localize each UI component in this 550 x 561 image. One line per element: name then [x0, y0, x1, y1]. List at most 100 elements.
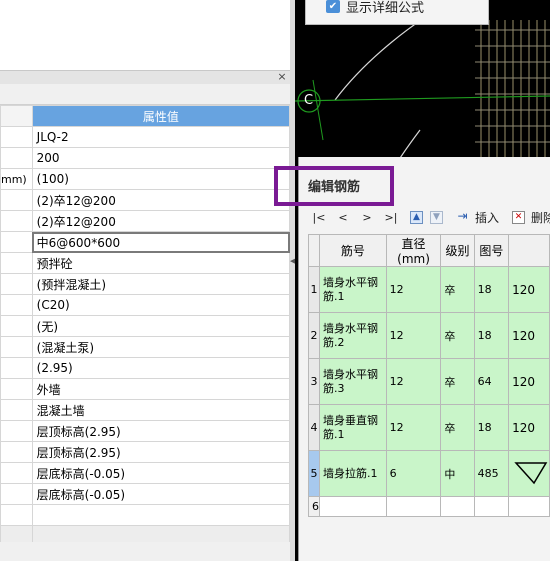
property-value-cell[interactable]: (2)卒12@200	[31, 210, 291, 232]
property-value-cell[interactable]: 层底标高(-0.05)	[31, 483, 291, 505]
rebar-name[interactable]: 墙身拉筋.1	[319, 450, 387, 497]
rebar-name[interactable]: 墙身垂直钢筋.1	[319, 404, 387, 451]
rebar-row[interactable]: 1 墙身水平钢筋.1 12 卒 18 120	[308, 266, 550, 313]
property-value-cell[interactable]: JLQ-2	[31, 126, 291, 148]
rebar-diameter[interactable]: 12	[385, 358, 442, 405]
property-value-cell[interactable]: 外墙	[31, 378, 291, 400]
property-row[interactable]: 预拌砼	[0, 252, 291, 274]
first-record-button[interactable]: |<	[312, 209, 326, 227]
left-panel-top-area	[0, 0, 290, 70]
property-row[interactable]: 层底标高(-0.05)	[0, 462, 291, 484]
property-row[interactable]: (无)	[0, 315, 291, 337]
property-value-cell-selected[interactable]: 中6@600*600	[31, 231, 291, 253]
row-number: 5	[308, 450, 320, 497]
close-icon[interactable]: ×	[276, 70, 288, 84]
row-number: 1	[308, 266, 320, 313]
property-name-cell	[0, 420, 33, 442]
property-table-header: 属性值	[0, 105, 291, 127]
property-panel-titlebar	[0, 70, 290, 85]
row-number: 3	[308, 358, 320, 405]
show-formula-checkbox[interactable]: ✔	[326, 0, 340, 13]
property-value-cell[interactable]: 层顶标高(2.95)	[31, 441, 291, 463]
property-name-cell	[0, 399, 33, 421]
empty-cell[interactable]	[440, 496, 475, 517]
delete-button[interactable]: 删除	[528, 209, 550, 227]
column-header-grade: 级别	[440, 234, 475, 267]
property-value-cell[interactable]: 200	[31, 147, 291, 169]
property-row[interactable]: (预拌混凝土)	[0, 273, 291, 295]
empty-cell[interactable]	[508, 496, 550, 517]
rebar-figure[interactable]: 18	[473, 312, 510, 359]
rebar-row[interactable]: 2 墙身水平钢筋.2 12 卒 18 120	[308, 312, 550, 359]
property-row[interactable]: 中6@600*600	[0, 231, 291, 253]
property-row[interactable]: (2)卒12@200	[0, 189, 291, 211]
insert-button[interactable]: 插入	[472, 209, 502, 227]
property-value-cell[interactable]: (混凝土泵)	[31, 336, 291, 358]
rebar-figure[interactable]: 18	[473, 266, 510, 313]
rebar-extra[interactable]: 120	[508, 266, 550, 313]
property-value-cell[interactable]: (2)卒12@200	[31, 189, 291, 211]
property-row-empty	[0, 504, 291, 526]
rebar-extra[interactable]: 120	[508, 312, 550, 359]
property-value-cell[interactable]: (2.95)	[31, 357, 291, 379]
property-value-cell[interactable]: (无)	[31, 315, 291, 337]
rebar-figure[interactable]: 485	[473, 450, 510, 497]
last-record-button[interactable]: >|	[384, 209, 398, 227]
rebar-row[interactable]: 4 墙身垂直钢筋.1 12 卒 18 120	[308, 404, 550, 451]
rebar-name[interactable]: 墙身水平钢筋.1	[319, 266, 387, 313]
highlight-box	[274, 166, 394, 206]
next-record-button[interactable]: >	[362, 209, 372, 227]
property-row[interactable]: mm) (100)	[0, 168, 291, 190]
property-value-cell[interactable]: (预拌混凝土)	[31, 273, 291, 295]
rebar-diameter[interactable]: 6	[385, 450, 442, 497]
property-value-cell[interactable]: 预拌砼	[31, 252, 291, 274]
rebar-row-empty[interactable]: 6	[308, 496, 550, 517]
property-row[interactable]: 混凝土墙	[0, 399, 291, 421]
empty-cell[interactable]	[473, 496, 510, 517]
property-name-cell	[0, 336, 33, 358]
property-value-cell[interactable]: 混凝土墙	[31, 399, 291, 421]
rebar-extra[interactable]: 120	[508, 358, 550, 405]
rebar-name[interactable]: 墙身水平钢筋.3	[319, 358, 387, 405]
empty-cell[interactable]	[385, 496, 442, 517]
empty-cell[interactable]	[319, 496, 387, 517]
property-row[interactable]: (C20)	[0, 294, 291, 316]
property-name-cell	[0, 357, 33, 379]
rebar-diameter[interactable]: 12	[385, 266, 442, 313]
rebar-row-selected[interactable]: 5 墙身拉筋.1 6 中 485	[308, 450, 550, 497]
move-down-icon[interactable]: ▼	[430, 211, 443, 224]
prev-record-button[interactable]: <	[338, 209, 348, 227]
property-value-cell[interactable]: 层底标高(-0.05)	[31, 462, 291, 484]
property-row[interactable]: 外墙	[0, 378, 291, 400]
property-row[interactable]: (2)卒12@200	[0, 210, 291, 232]
rebar-grade[interactable]: 卒	[440, 404, 475, 451]
property-row[interactable]: 层底标高(-0.05)	[0, 483, 291, 505]
rebar-row[interactable]: 3 墙身水平钢筋.3 12 卒 64 120	[308, 358, 550, 405]
delete-icon[interactable]: ✕	[512, 211, 525, 224]
property-row[interactable]: 层顶标高(2.95)	[0, 420, 291, 442]
property-row[interactable]: (混凝土泵)	[0, 336, 291, 358]
rebar-grade[interactable]: 卒	[440, 358, 475, 405]
rebar-grade[interactable]: 卒	[440, 312, 475, 359]
property-row[interactable]: 层顶标高(2.95)	[0, 441, 291, 463]
property-name-cell	[0, 378, 33, 400]
move-up-icon[interactable]: ▲	[410, 211, 423, 224]
property-row[interactable]: JLQ-2	[0, 126, 291, 148]
rebar-figure[interactable]: 64	[473, 358, 510, 405]
insert-icon[interactable]: ⇥	[456, 210, 469, 224]
rebar-figure[interactable]: 18	[473, 404, 510, 451]
property-value-cell[interactable]: (100)	[31, 168, 291, 190]
rebar-table: 筋号 直径(mm) 级别 图号 1 墙身水平钢筋.1 12 卒 18 120 2…	[308, 234, 550, 517]
rebar-extra[interactable]: 120	[508, 404, 550, 451]
rebar-diameter[interactable]: 12	[385, 404, 442, 451]
property-panel-footer	[0, 542, 290, 561]
property-row[interactable]: 200	[0, 147, 291, 169]
property-name-cell	[0, 504, 33, 526]
rebar-grade[interactable]: 卒	[440, 266, 475, 313]
rebar-diameter[interactable]: 12	[385, 312, 442, 359]
property-row[interactable]: (2.95)	[0, 357, 291, 379]
rebar-grade[interactable]: 中	[440, 450, 475, 497]
rebar-name[interactable]: 墙身水平钢筋.2	[319, 312, 387, 359]
property-value-cell[interactable]: 层顶标高(2.95)	[31, 420, 291, 442]
property-value-cell[interactable]: (C20)	[31, 294, 291, 316]
